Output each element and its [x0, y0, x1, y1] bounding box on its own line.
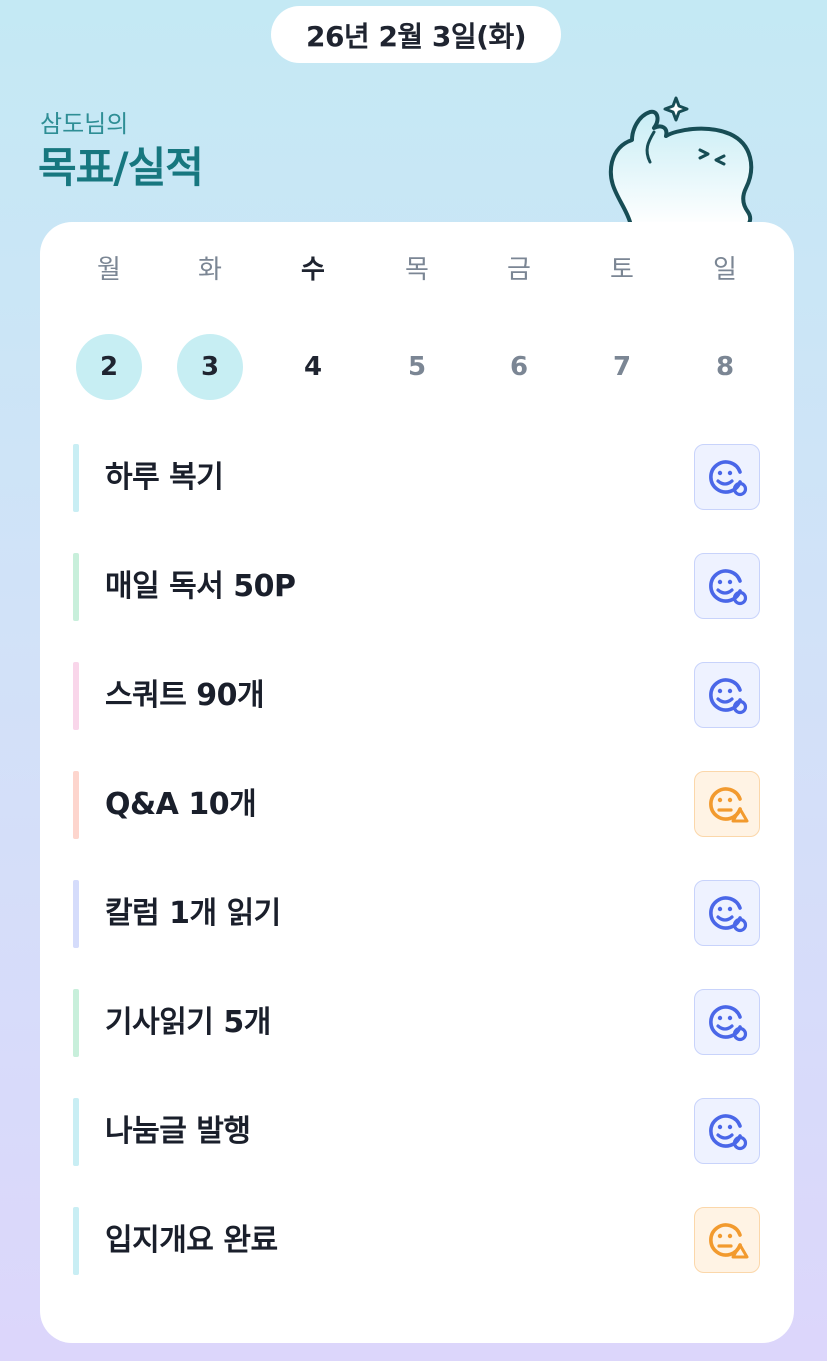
goal-status-button[interactable] — [694, 1098, 760, 1164]
goal-color-bar — [73, 662, 79, 730]
goal-label: 하루 복기 — [105, 460, 224, 495]
day-fri[interactable]: 금 6 — [484, 250, 554, 400]
goal-item[interactable]: 기사읽기 5개 — [73, 989, 761, 1057]
goal-item[interactable]: 스쿼트 90개 — [73, 662, 761, 730]
goal-status-button[interactable] — [694, 989, 760, 1055]
day-wed[interactable]: 수 4 — [278, 250, 348, 400]
goal-label: 매일 독서 50P — [105, 569, 296, 604]
day-mon[interactable]: 월 2 — [74, 250, 144, 400]
day-number[interactable]: 4 — [280, 334, 346, 400]
goal-color-bar — [73, 1098, 79, 1166]
goal-label: 입지개요 완료 — [105, 1223, 278, 1258]
smile-check-icon — [704, 999, 750, 1045]
goal-status-button[interactable] — [694, 1207, 760, 1273]
goal-color-bar — [73, 553, 79, 621]
day-number[interactable]: 8 — [692, 334, 758, 400]
day-thu[interactable]: 목 5 — [382, 250, 452, 400]
neutral-warning-icon — [704, 781, 750, 827]
day-name: 목 — [405, 255, 429, 285]
day-name: 일 — [713, 255, 737, 285]
day-name: 토 — [610, 255, 634, 285]
goal-label: 기사읽기 5개 — [105, 1005, 271, 1040]
day-number[interactable]: 5 — [384, 334, 450, 400]
day-name: 금 — [507, 255, 531, 285]
smile-check-icon — [704, 1108, 750, 1154]
smile-check-icon — [704, 563, 750, 609]
day-number[interactable]: 7 — [589, 334, 655, 400]
date-label: 26년 2월 3일(화) — [305, 19, 527, 53]
goal-status-button[interactable] — [694, 444, 760, 510]
day-number[interactable]: 6 — [486, 334, 552, 400]
page-title: 목표/실적 — [38, 143, 204, 192]
goal-color-bar — [73, 771, 79, 839]
goal-item[interactable]: 칼럼 1개 읽기 — [73, 880, 761, 948]
goal-label: 스쿼트 90개 — [105, 678, 265, 713]
goal-status-button[interactable] — [694, 553, 760, 619]
goal-status-button[interactable] — [694, 662, 760, 728]
goal-label: 칼럼 1개 읽기 — [105, 896, 281, 931]
goal-item[interactable]: Q&A 10개 — [73, 771, 761, 839]
day-name: 수 — [301, 255, 325, 285]
goal-color-bar — [73, 989, 79, 1057]
goal-status-button[interactable] — [694, 880, 760, 946]
mascot-illustration — [608, 96, 754, 228]
goal-color-bar — [73, 880, 79, 948]
smile-check-icon — [704, 890, 750, 936]
goal-item[interactable]: 매일 독서 50P — [73, 553, 761, 621]
goal-color-bar — [73, 1207, 79, 1275]
goal-item[interactable]: 하루 복기 — [73, 444, 761, 512]
day-number[interactable]: 3 — [177, 334, 243, 400]
goal-status-button[interactable] — [694, 771, 760, 837]
day-name: 월 — [97, 255, 121, 285]
date-pill[interactable]: 26년 2월 3일(화) — [271, 6, 561, 63]
day-name: 화 — [198, 255, 222, 285]
goal-label: Q&A 10개 — [105, 787, 257, 822]
goal-color-bar — [73, 444, 79, 512]
goal-item[interactable]: 입지개요 완료 — [73, 1207, 761, 1275]
day-tue[interactable]: 화 3 — [175, 250, 245, 400]
day-sat[interactable]: 토 7 — [587, 250, 657, 400]
day-sun[interactable]: 일 8 — [690, 250, 760, 400]
neutral-warning-icon — [704, 1217, 750, 1263]
smile-check-icon — [704, 454, 750, 500]
day-number[interactable]: 2 — [76, 334, 142, 400]
smile-check-icon — [704, 672, 750, 718]
goal-item[interactable]: 나눔글 발행 — [73, 1098, 761, 1166]
goal-label: 나눔글 발행 — [105, 1114, 251, 1149]
